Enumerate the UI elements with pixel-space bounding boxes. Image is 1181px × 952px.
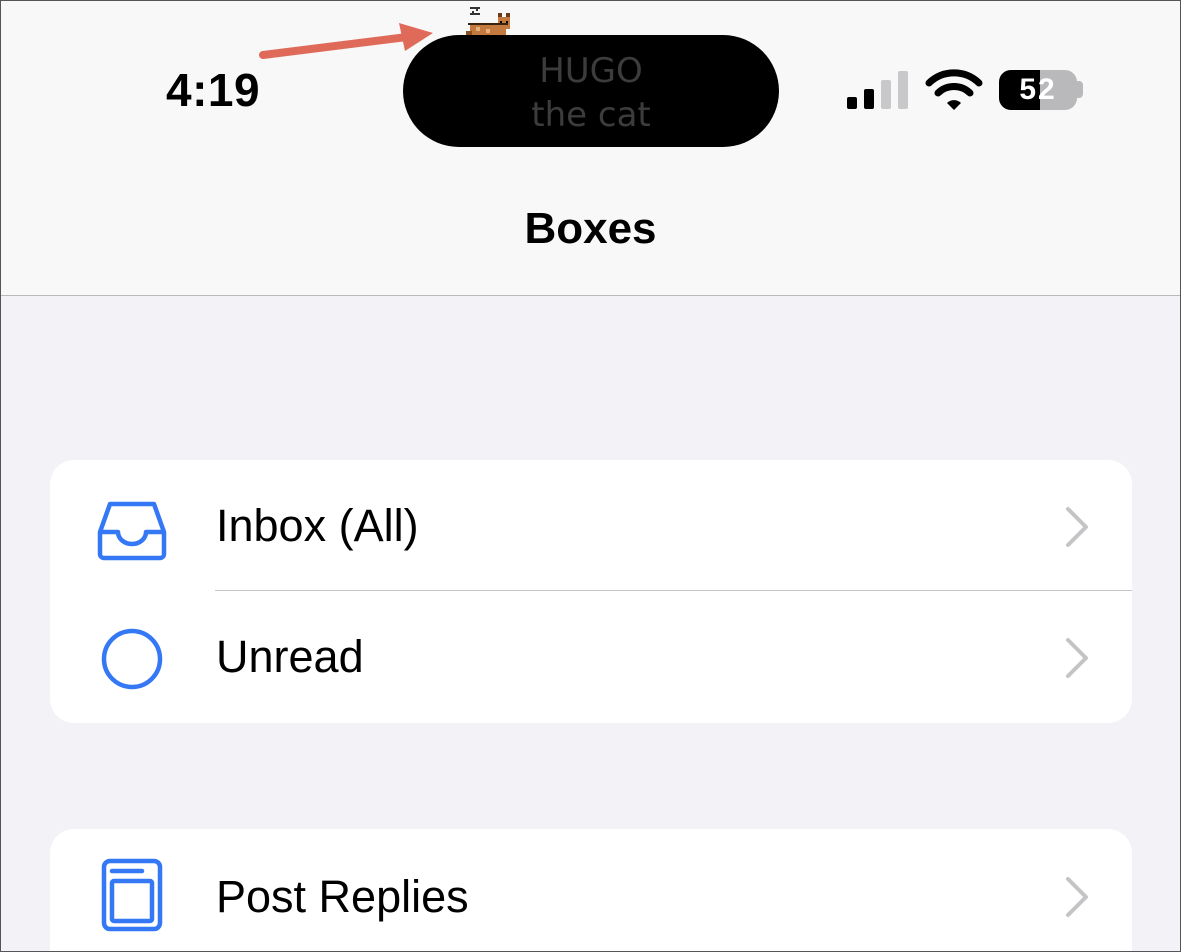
cellular-signal-icon [847,71,908,109]
island-subtitle: the cat [531,95,651,135]
inbox-tray-icon [97,501,167,561]
list-item-label: Inbox (All) [216,500,419,551]
dynamic-island[interactable]: HUGO the cat [403,35,779,147]
list-item-label: Post Replies [216,871,469,922]
list-item-label: Unread [216,631,364,682]
top-bar: 4:19 HUGO the cat 52 Boxes [1,1,1180,296]
circle-icon [101,628,163,690]
mailbox-group-1: Inbox (All) Unread [50,460,1132,723]
battery-tip [1077,81,1083,98]
chevron-right-icon [1066,507,1088,547]
wifi-icon [925,69,983,110]
pixel-cat-icon [466,7,510,35]
island-title: HUGO [539,51,643,91]
battery-percent: 52 [1019,73,1057,106]
list-item-post-replies[interactable]: Post Replies [50,829,1132,951]
mailbox-group-2: Post Replies [50,829,1132,951]
chevron-right-icon [1066,638,1088,678]
chevron-right-icon [1066,877,1088,917]
document-tray-icon [101,858,163,932]
list-item-inbox[interactable]: Inbox (All) [50,460,1132,591]
list-item-unread[interactable]: Unread [50,591,1132,722]
status-time: 4:19 [166,64,261,116]
screen: 4:19 HUGO the cat 52 Boxes Inbox (All) U… [0,0,1181,952]
page-title: Boxes [524,204,657,253]
battery-indicator: 52 [999,70,1077,110]
